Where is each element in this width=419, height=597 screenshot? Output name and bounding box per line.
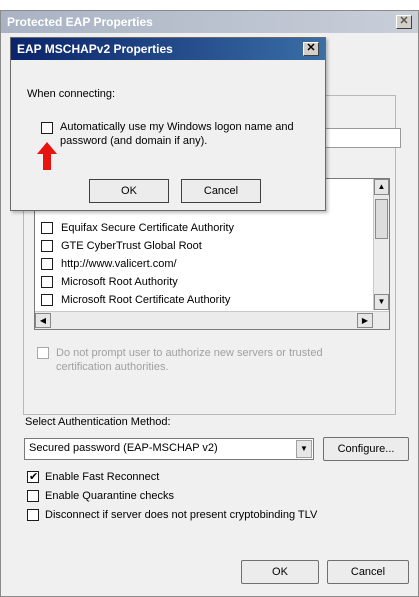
dialog-close-button[interactable]: ✕ — [303, 42, 319, 56]
ca-checkbox[interactable] — [41, 294, 53, 306]
auto-logon-label-line2: password (and domain if any). — [60, 135, 208, 147]
vertical-scrollbar[interactable]: ▲ ▼ — [373, 179, 389, 310]
list-item[interactable]: http://www.valicert.com/ — [41, 255, 177, 273]
ca-checkbox[interactable] — [41, 276, 53, 288]
server-name-textbox[interactable] — [319, 128, 401, 148]
auto-logon-label: Automatically use my Windows logon name … — [60, 120, 294, 148]
auto-logon-checkbox[interactable] — [41, 122, 53, 134]
scroll-up-icon[interactable]: ▲ — [374, 179, 389, 195]
dialog-ok-button[interactable]: OK — [89, 179, 169, 203]
fast-reconnect-label: Enable Fast Reconnect — [45, 471, 160, 483]
red-arrow-icon — [37, 142, 57, 170]
auth-method-label: Select Authentication Method: — [25, 416, 171, 428]
fast-reconnect-checkbox[interactable] — [27, 470, 39, 483]
auth-method-select[interactable]: Secured password (EAP-MSCHAP v2) ▼ — [24, 438, 314, 460]
cancel-button[interactable]: Cancel — [327, 560, 409, 584]
scroll-thumb[interactable] — [375, 199, 388, 239]
list-item-label: Microsoft Root Authority — [61, 276, 178, 288]
dialog-title: EAP MSCHAPv2 Properties — [17, 42, 173, 56]
configure-button[interactable]: Configure... — [323, 437, 409, 461]
quarantine-checks-option[interactable]: Enable Quarantine checks — [27, 490, 174, 502]
auto-logon-option[interactable]: Automatically use my Windows logon name … — [41, 120, 294, 148]
list-item[interactable]: Microsoft Root Certificate Authority — [41, 291, 230, 309]
when-connecting-label: When connecting: — [27, 88, 116, 100]
list-item-label: Microsoft Root Certificate Authority — [61, 294, 231, 306]
list-item[interactable]: Microsoft Root Authority — [41, 273, 178, 291]
do-not-prompt-label-line1: Do not prompt user to authorize new serv… — [56, 347, 323, 359]
ca-checkbox[interactable] — [41, 222, 53, 234]
scroll-right-icon[interactable]: ▶ — [357, 313, 373, 328]
chevron-down-icon[interactable]: ▼ — [296, 440, 312, 458]
list-item[interactable]: GTE CyberTrust Global Root — [41, 237, 202, 255]
cryptobinding-label: Disconnect if server does not present cr… — [45, 509, 318, 521]
do-not-prompt-label-line2: certification authorities. — [56, 361, 169, 373]
ok-button[interactable]: OK — [241, 560, 319, 584]
quarantine-checks-label: Enable Quarantine checks — [45, 490, 175, 502]
dialog-titlebar: EAP MSCHAPv2 Properties ✕ — [11, 38, 325, 60]
eap-mschapv2-dialog: EAP MSCHAPv2 Properties ✕ When connectin… — [10, 37, 326, 211]
list-item-label: GTE CyberTrust Global Root — [61, 240, 202, 252]
ca-checkbox[interactable] — [41, 240, 53, 252]
do-not-prompt-checkbox[interactable] — [37, 347, 49, 359]
scroll-down-icon[interactable]: ▼ — [374, 294, 389, 310]
outer-window-title: Protected EAP Properties — [7, 15, 153, 29]
list-item[interactable]: Equifax Secure Certificate Authority — [41, 219, 234, 237]
do-not-prompt-option[interactable]: Do not prompt user to authorize new serv… — [37, 346, 367, 374]
fast-reconnect-option[interactable]: Enable Fast Reconnect — [27, 470, 160, 483]
outer-close-button[interactable]: ✕ — [396, 15, 412, 29]
auth-method-selected: Secured password (EAP-MSCHAP v2) — [29, 442, 218, 454]
quarantine-checks-checkbox[interactable] — [27, 490, 39, 502]
list-item-label: Equifax Secure Certificate Authority — [61, 222, 235, 234]
list-item-label: http://www.valicert.com/ — [61, 258, 177, 270]
outer-titlebar: Protected EAP Properties ✕ — [1, 11, 418, 33]
cryptobinding-option[interactable]: Disconnect if server does not present cr… — [27, 509, 317, 521]
ca-checkbox[interactable] — [41, 258, 53, 270]
cryptobinding-checkbox[interactable] — [27, 509, 39, 521]
do-not-prompt-label: Do not prompt user to authorize new serv… — [56, 346, 323, 374]
dialog-cancel-button[interactable]: Cancel — [181, 179, 261, 203]
auto-logon-label-line1: Automatically use my Windows logon name … — [60, 121, 294, 133]
dialog-body: When connecting: Automatically use my Wi… — [11, 60, 325, 210]
scroll-left-icon[interactable]: ◀ — [35, 313, 51, 328]
horizontal-scrollbar[interactable]: ◀ ▶ — [35, 311, 389, 329]
